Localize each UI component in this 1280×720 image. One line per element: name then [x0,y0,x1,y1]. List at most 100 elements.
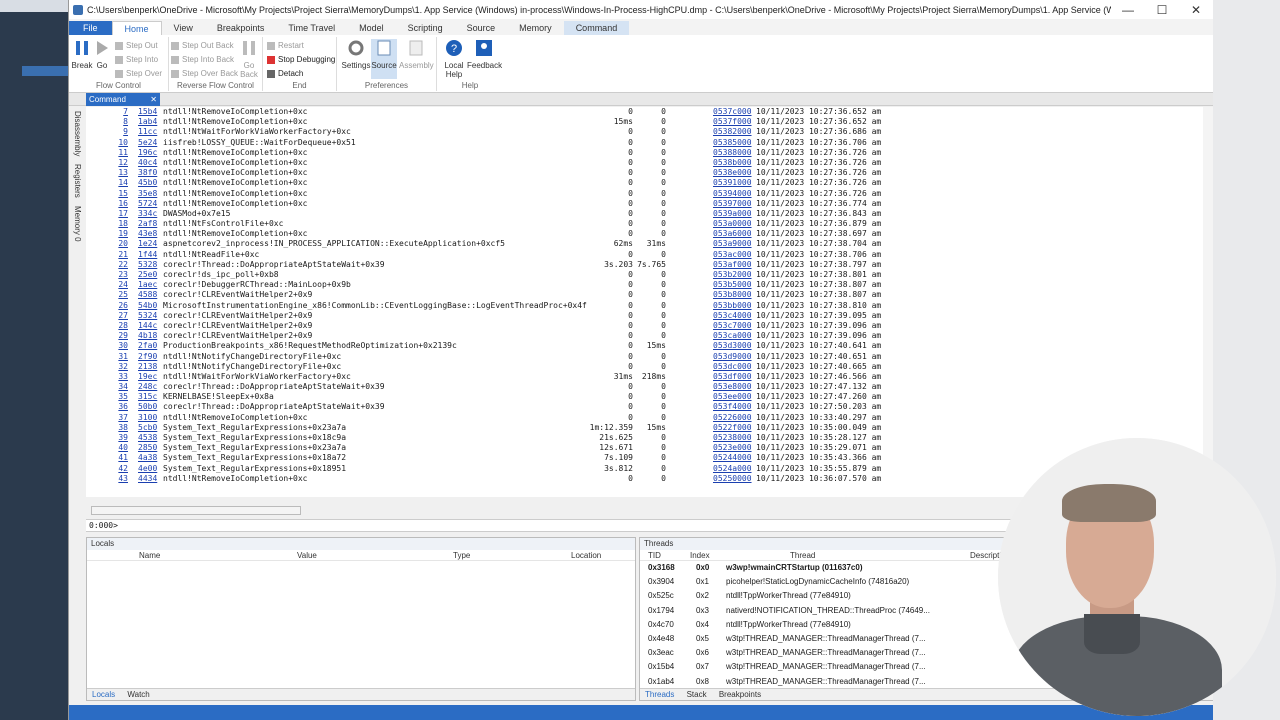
step-into-button[interactable]: Step Into [115,55,158,64]
thread-number-link[interactable]: 18 [86,219,128,229]
thread-id-link[interactable]: 196c [138,148,157,158]
go-button[interactable]: Go [93,39,111,70]
break-button[interactable]: Break [71,39,93,70]
tab-locals[interactable]: Locals [87,690,120,699]
thread-id-link[interactable]: 2138 [138,362,157,372]
tab-scripting[interactable]: Scripting [396,21,455,35]
teb-address-link[interactable]: 05238000 [713,433,752,443]
col-tid[interactable]: TID [648,550,661,561]
source-button[interactable]: Source [371,39,397,79]
thread-id-link[interactable]: 334c [138,209,157,219]
thread-id-link[interactable]: 5324 [138,311,157,321]
thread-id-link[interactable]: 5e24 [138,138,157,148]
tab-breakpoints[interactable]: Breakpoints [205,21,277,35]
tab-threads[interactable]: Threads [640,690,679,699]
teb-address-link[interactable]: 0538e000 [713,168,752,178]
side-tab-disassembly[interactable]: Disassembly [73,111,82,156]
tab-time-travel[interactable]: Time Travel [276,21,347,35]
thread-id-link[interactable]: 4538 [138,433,157,443]
thread-id-link[interactable]: 4a38 [138,453,157,463]
col-value[interactable]: Value [297,550,317,561]
minimize-button[interactable]: — [1111,3,1145,17]
teb-address-link[interactable]: 053d3000 [713,341,752,351]
thread-id-link[interactable]: 3100 [138,413,157,423]
tab-home[interactable]: Home [111,21,162,35]
thread-id-link[interactable]: 38f0 [138,168,157,178]
thread-number-link[interactable]: 43 [86,474,128,484]
go-back-button[interactable]: Go Back [237,39,261,79]
thread-id-link[interactable]: 19ec [138,372,157,382]
teb-address-link[interactable]: 053e8000 [713,382,752,392]
thread-id-link[interactable]: 54b0 [138,301,157,311]
teb-address-link[interactable]: 0537c000 [713,107,752,117]
thread-number-link[interactable]: 35 [86,392,128,402]
thread-number-link[interactable]: 11 [86,148,128,158]
teb-address-link[interactable]: 05391000 [713,178,752,188]
teb-address-link[interactable]: 05397000 [713,199,752,209]
teb-address-link[interactable]: 053a9000 [713,239,752,249]
thread-number-link[interactable]: 37 [86,413,128,423]
teb-address-link[interactable]: 053ee000 [713,392,752,402]
thread-number-link[interactable]: 12 [86,158,128,168]
thread-number-link[interactable]: 24 [86,280,128,290]
tab-watch[interactable]: Watch [122,690,154,699]
thread-id-link[interactable]: 5724 [138,199,157,209]
thread-number-link[interactable]: 26 [86,301,128,311]
tab-file[interactable]: File [69,21,112,35]
restart-button[interactable]: Restart [267,41,304,50]
teb-address-link[interactable]: 053c4000 [713,311,752,321]
teb-address-link[interactable]: 053ca000 [713,331,752,341]
step-over-button[interactable]: Step Over [115,69,162,78]
teb-address-link[interactable]: 053bb000 [713,301,752,311]
thread-id-link[interactable]: 4e00 [138,464,157,474]
thread-id-link[interactable]: 35e8 [138,189,157,199]
thread-number-link[interactable]: 39 [86,433,128,443]
tab-breakpoints-panel[interactable]: Breakpoints [714,690,766,699]
tab-stack[interactable]: Stack [682,690,712,699]
thread-number-link[interactable]: 21 [86,250,128,260]
close-icon[interactable]: ✕ [150,93,157,106]
teb-address-link[interactable]: 053b2000 [713,270,752,280]
thread-number-link[interactable]: 41 [86,453,128,463]
teb-address-link[interactable]: 053ac000 [713,250,752,260]
teb-address-link[interactable]: 053df000 [713,372,752,382]
thread-number-link[interactable]: 38 [86,423,128,433]
thread-number-link[interactable]: 31 [86,352,128,362]
teb-address-link[interactable]: 0523e000 [713,443,752,453]
step-into-back-button[interactable]: Step Into Back [171,55,234,64]
col-type[interactable]: Type [453,550,470,561]
local-help-button[interactable]: ? Local Help [441,39,467,79]
col-location[interactable]: Location [571,550,601,561]
thread-number-link[interactable]: 29 [86,331,128,341]
thread-number-link[interactable]: 23 [86,270,128,280]
thread-id-link[interactable]: 144c [138,321,157,331]
thread-number-link[interactable]: 19 [86,229,128,239]
maximize-button[interactable]: ☐ [1145,3,1179,17]
teb-address-link[interactable]: 053af000 [713,260,752,270]
step-over-back-button[interactable]: Step Over Back [171,69,238,78]
thread-number-link[interactable]: 16 [86,199,128,209]
thread-id-link[interactable]: 4b18 [138,331,157,341]
tab-command-window[interactable]: Command ✕ [86,93,160,106]
thread-number-link[interactable]: 32 [86,362,128,372]
teb-address-link[interactable]: 0524a000 [713,464,752,474]
thread-id-link[interactable]: 1f44 [138,250,157,260]
thread-number-link[interactable]: 10 [86,138,128,148]
thread-id-link[interactable]: 5cb0 [138,423,157,433]
thread-number-link[interactable]: 17 [86,209,128,219]
thread-id-link[interactable]: 4434 [138,474,157,484]
teb-address-link[interactable]: 05394000 [713,189,752,199]
step-out-button[interactable]: Step Out [115,41,158,50]
horizontal-scrollbar[interactable] [91,506,301,515]
thread-number-link[interactable]: 36 [86,402,128,412]
teb-address-link[interactable]: 0537f000 [713,117,752,127]
step-out-back-button[interactable]: Step Out Back [171,41,234,50]
thread-id-link[interactable]: 315c [138,392,157,402]
col-index[interactable]: Index [690,550,710,561]
thread-id-link[interactable]: 1ab4 [138,117,157,127]
thread-number-link[interactable]: 42 [86,464,128,474]
detach-button[interactable]: Detach [267,69,303,78]
thread-id-link[interactable]: 15b4 [138,107,157,117]
tab-command[interactable]: Command [563,21,630,35]
teb-address-link[interactable]: 053f4000 [713,402,752,412]
